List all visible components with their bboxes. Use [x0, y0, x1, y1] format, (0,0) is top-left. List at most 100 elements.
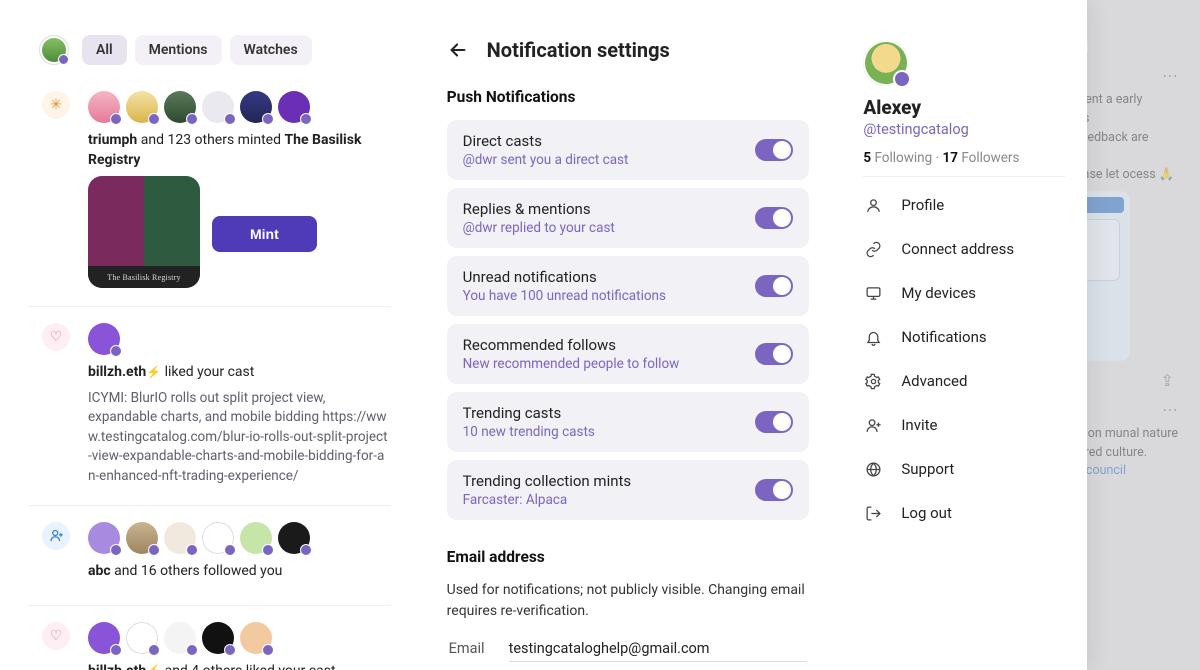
menu-label: Advanced [901, 372, 967, 390]
feed-item[interactable]: ♡ billzh.eth⚡ liked your cast ICYMI: Blu… [28, 306, 391, 504]
notification-settings-panel: Notification settings Push Notifications… [419, 0, 838, 670]
avatar[interactable] [126, 91, 158, 123]
tabs-row: All Mentions Watches [28, 35, 391, 65]
setting-title: Replies & mentions [463, 200, 744, 218]
setting-sub: You have 100 unread notifications [463, 288, 744, 304]
feed-item[interactable]: ♡ billzh.eth⚡ and 4 others liked your ca… [28, 605, 391, 670]
avatar[interactable] [88, 91, 120, 123]
avatar[interactable] [164, 91, 196, 123]
more-icon: ⋯ [1162, 400, 1180, 419]
person-plus-icon [865, 417, 883, 434]
menu-notifications[interactable]: Notifications [863, 315, 1065, 359]
app-avatar[interactable] [42, 38, 66, 62]
toggle-switch[interactable] [755, 479, 793, 501]
globe-icon [865, 461, 883, 478]
setting-title: Trending collection mints [463, 472, 744, 490]
profile-name: Alexey [863, 96, 1065, 119]
toggle-switch[interactable] [755, 207, 793, 229]
logout-icon [865, 505, 883, 522]
menu-connect-address[interactable]: Connect address [863, 227, 1065, 271]
drawer-menu: Profile Connect address My devices Notif… [863, 183, 1065, 535]
avatar-row [88, 91, 391, 123]
divider [863, 176, 1065, 177]
avatar[interactable] [202, 622, 234, 654]
side-drawer: Alexey @testingcatalog 5 Following · 17 … [837, 0, 1087, 670]
avatar[interactable] [126, 522, 158, 554]
nft-image[interactable]: The Basilisk Registry [88, 176, 200, 288]
setting-sub: Farcaster: Alpaca [463, 492, 744, 508]
setting-replies-mentions[interactable]: Replies & mentions @dwr replied to your … [447, 188, 810, 248]
section-label: Email address [447, 548, 810, 566]
setting-direct-casts[interactable]: Direct casts @dwr sent you a direct cast [447, 120, 810, 180]
avatar[interactable] [88, 522, 120, 554]
menu-label: Log out [901, 504, 952, 522]
feed-item-title: billzh.eth⚡ liked your cast [88, 363, 391, 383]
heart-icon: ♡ [42, 622, 70, 650]
nft-caption: The Basilisk Registry [88, 266, 200, 288]
profile-stats[interactable]: 5 Following · 17 Followers [863, 150, 1065, 166]
avatar[interactable] [278, 522, 310, 554]
menu-label: Profile [901, 196, 944, 214]
share-icon: ⇪ [1161, 371, 1174, 390]
email-field[interactable]: testingcataloghelp@gmail.com [509, 640, 808, 662]
menu-label: Connect address [901, 240, 1014, 258]
avatar[interactable] [126, 622, 158, 654]
menu-my-devices[interactable]: My devices [863, 271, 1065, 315]
setting-title: Direct casts [463, 132, 744, 150]
drawer-panel: NFTs ⋯ d represent a early adopters g wi… [837, 0, 1200, 670]
menu-profile[interactable]: Profile [863, 183, 1065, 227]
setting-title: Trending casts [463, 404, 744, 422]
menu-invite[interactable]: Invite [863, 403, 1065, 447]
page-title: Notification settings [487, 38, 670, 62]
setting-sub: @dwr replied to your cast [463, 220, 744, 236]
mint-button[interactable]: Mint [212, 216, 317, 252]
menu-label: My devices [901, 284, 976, 302]
setting-title: Unread notifications [463, 268, 744, 286]
feed-item-desc: ICYMI: BlurIO rolls out split project vi… [88, 389, 391, 487]
feed-item-title: abc and 16 others followed you [88, 562, 391, 582]
avatar[interactable] [202, 522, 234, 554]
gear-icon [865, 373, 883, 390]
tab-watches[interactable]: Watches [230, 35, 312, 65]
setting-recommended[interactable]: Recommended follows New recommended peop… [447, 324, 810, 384]
avatar[interactable] [202, 91, 234, 123]
menu-advanced[interactable]: Advanced [863, 359, 1065, 403]
menu-label: Support [901, 460, 954, 478]
profile-avatar[interactable] [863, 40, 909, 86]
avatar[interactable] [164, 522, 196, 554]
tab-all[interactable]: All [82, 35, 127, 65]
setting-trending-mints[interactable]: Trending collection mints Farcaster: Alp… [447, 460, 810, 520]
monitor-icon [865, 285, 883, 302]
toggle-switch[interactable] [755, 275, 793, 297]
avatar[interactable] [278, 91, 310, 123]
back-arrow-icon[interactable] [447, 39, 469, 61]
avatar[interactable] [240, 622, 272, 654]
setting-sub: 10 new trending casts [463, 424, 744, 440]
feed-item[interactable]: abc and 16 others followed you [28, 505, 391, 606]
link-icon [865, 241, 883, 258]
profile-handle[interactable]: @testingcatalog [863, 121, 1065, 138]
feed-item-title: triumph and 123 others minted The Basili… [88, 131, 391, 170]
avatar[interactable] [240, 522, 272, 554]
menu-logout[interactable]: Log out [863, 491, 1065, 535]
more-icon: ⋯ [1162, 66, 1180, 85]
avatar[interactable] [240, 91, 272, 123]
toggle-switch[interactable] [755, 139, 793, 161]
menu-support[interactable]: Support [863, 447, 1065, 491]
setting-unread[interactable]: Unread notifications You have 100 unread… [447, 256, 810, 316]
toggle-switch[interactable] [755, 343, 793, 365]
tab-mentions[interactable]: Mentions [135, 35, 222, 65]
feed-tabs: All Mentions Watches [82, 35, 312, 65]
menu-label: Notifications [901, 328, 986, 346]
setting-trending-casts[interactable]: Trending casts 10 new trending casts [447, 392, 810, 452]
avatar[interactable] [88, 622, 120, 654]
feed-item[interactable]: ✳ triumph and 123 others minted The Basi… [28, 87, 391, 306]
email-label: Email [449, 640, 485, 657]
feed-item-title: billzh.eth⚡ and 4 others liked your cast [88, 662, 391, 670]
activity-feed-panel: All Mentions Watches ✳ triumph and 123 o… [0, 0, 419, 670]
toggle-switch[interactable] [755, 411, 793, 433]
section-label: Push Notifications [447, 88, 810, 106]
avatar[interactable] [88, 323, 120, 355]
bell-icon [865, 329, 883, 346]
avatar[interactable] [164, 622, 196, 654]
